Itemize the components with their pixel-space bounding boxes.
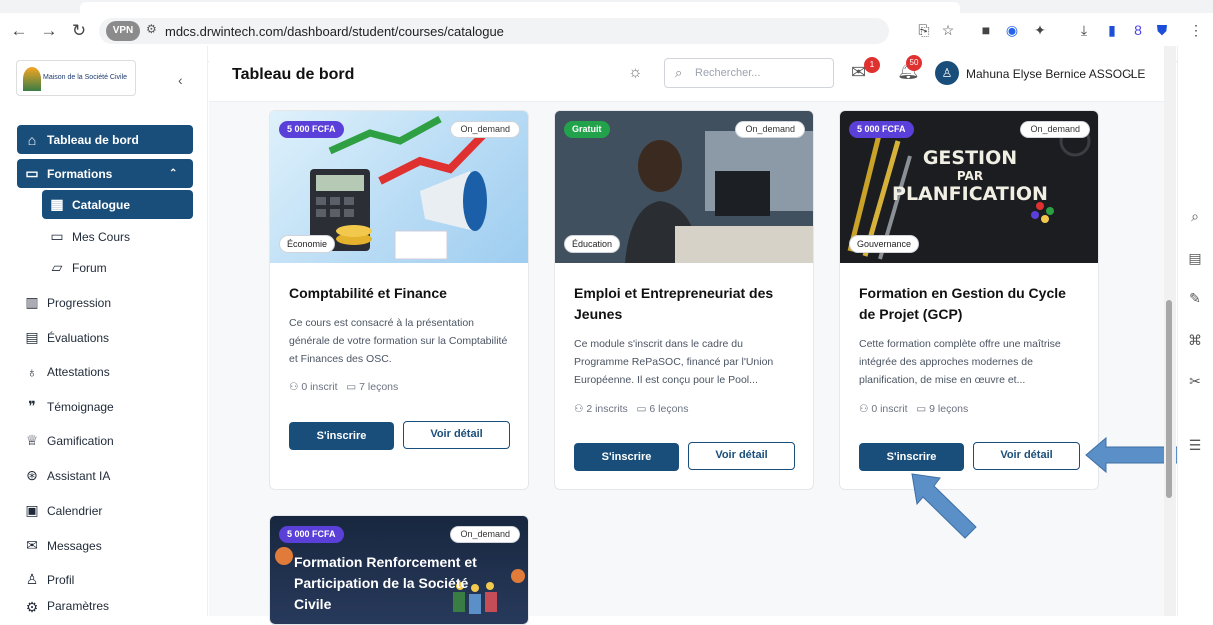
edit-icon[interactable]: ✎ bbox=[1185, 288, 1205, 308]
annotation-overlay bbox=[911, 436, 1183, 539]
annotation-arrow-diagonal bbox=[911, 473, 977, 539]
customize-icon[interactable]: ☰ bbox=[1185, 435, 1205, 455]
search-panel-icon[interactable]: ⌕ bbox=[1185, 206, 1205, 226]
scrollbar-thumb[interactable] bbox=[1166, 300, 1172, 498]
wallet-icon[interactable]: ▤ bbox=[1185, 248, 1205, 268]
tools-icon[interactable]: ✂ bbox=[1185, 371, 1205, 391]
games-icon[interactable]: ⌘ bbox=[1185, 330, 1205, 350]
